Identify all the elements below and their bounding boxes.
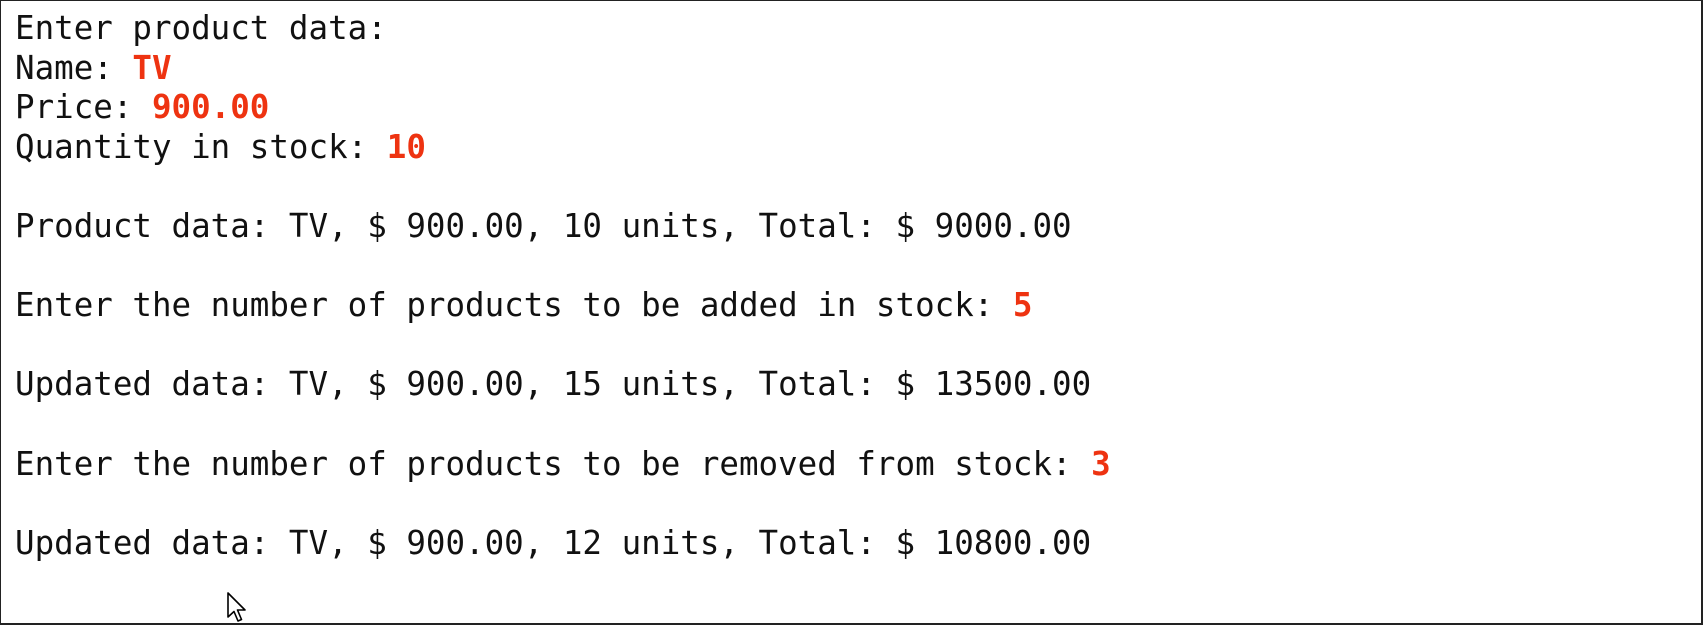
remove-stock-prompt: Enter the number of products to be remov…: [15, 445, 1092, 483]
add-stock-prompt: Enter the number of products to be added…: [15, 286, 1013, 324]
console-line-add-prompt: Enter the number of products to be added…: [15, 285, 1032, 325]
console-line-updated-after-add: Updated data: TV, $ 900.00, 15 units, To…: [15, 364, 1091, 404]
console-line-price: Price: 900.00: [15, 87, 269, 127]
header-text: Enter product data:: [15, 9, 387, 47]
product-data-text: Product data: TV, $ 900.00, 10 units, To…: [15, 207, 1072, 245]
console-line-name: Name: TV: [15, 48, 172, 88]
mouse-pointer-icon: [227, 592, 246, 622]
quantity-input-value: 10: [386, 128, 426, 166]
quantity-prompt: Quantity in stock:: [15, 128, 387, 166]
console-line-quantity: Quantity in stock: 10: [15, 127, 426, 167]
name-input-value: TV: [132, 49, 172, 87]
console-line-product-data: Product data: TV, $ 900.00, 10 units, To…: [15, 206, 1072, 246]
updated-data-after-remove-text: Updated data: TV, $ 900.00, 12 units, To…: [15, 524, 1092, 562]
updated-data-after-add-text: Updated data: TV, $ 900.00, 15 units, To…: [15, 365, 1092, 403]
console-line-remove-prompt: Enter the number of products to be remov…: [15, 444, 1111, 484]
remove-stock-input-value: 3: [1091, 445, 1111, 483]
console-line-updated-after-remove: Updated data: TV, $ 900.00, 12 units, To…: [15, 523, 1091, 563]
console-line-header: Enter product data:: [15, 8, 387, 48]
name-prompt: Name:: [15, 49, 133, 87]
price-input-value: 900.00: [151, 88, 270, 126]
price-prompt: Price:: [15, 88, 152, 126]
add-stock-input-value: 5: [1012, 286, 1033, 324]
console-output-panel: Enter product data: Name: TV Price: 900.…: [0, 0, 1703, 625]
